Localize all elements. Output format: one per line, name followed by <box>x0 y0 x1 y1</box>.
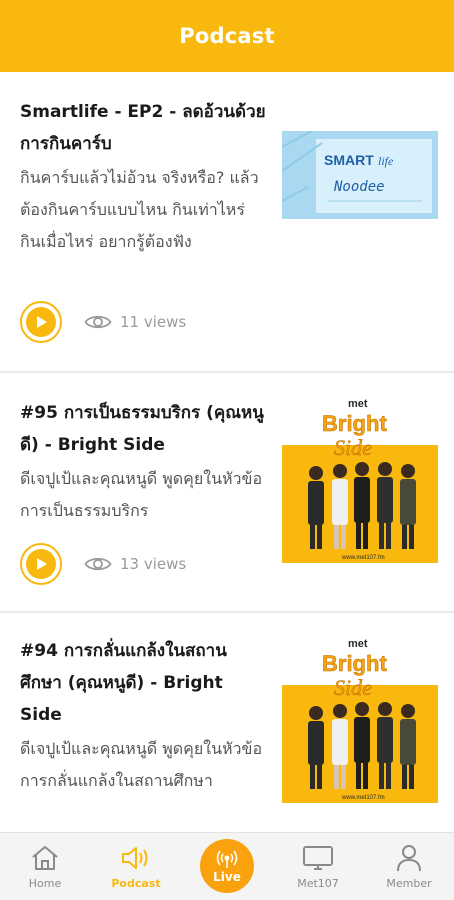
svg-text:SMART: SMART <box>324 152 374 168</box>
play-button[interactable] <box>20 301 62 343</box>
svg-text:Bright: Bright <box>322 411 387 436</box>
podcast-feed[interactable]: Smartlife - EP2 - ลดอ้วนด้วยการกินคาร์บ … <box>0 72 454 832</box>
podcast-card[interactable]: #95 การเป็นธรรมบริกร (คุณหนูดี) - Bright… <box>0 373 454 611</box>
tv-icon <box>302 843 334 873</box>
bright-side-artwork: met Bright Side www.met107.fm <box>282 393 438 563</box>
nav-met107[interactable]: Met107 <box>273 833 363 900</box>
view-count: 13 views <box>84 555 186 573</box>
podcast-card[interactable]: #94 การกลั่นแกล้งในสถานศึกษา (คุณหนูดี) … <box>0 613 454 832</box>
svg-text:Noodee: Noodee <box>333 179 385 195</box>
episode-description: กินคาร์บแล้วไม่อ้วน จริงหรือ? แล้วต้องกิ… <box>20 168 259 251</box>
play-icon <box>26 549 56 579</box>
view-count-text: 13 views <box>120 555 187 573</box>
smartlife-artwork: SMART life Noodee <box>282 131 438 219</box>
speaker-icon <box>120 843 152 873</box>
nav-home-label: Home <box>28 877 62 890</box>
bright-side-artwork: met Bright Side www.met107.fm <box>282 633 438 803</box>
view-count: 11 views <box>84 313 186 331</box>
eye-icon <box>84 315 112 329</box>
bottom-nav: Home Podcast Live Met107 Member <box>0 832 454 900</box>
svg-text:Side: Side <box>334 435 372 460</box>
episode-description: ดีเจปูเป้และคุณหนูดี พูดคุยในหัวข้อ การก… <box>20 739 263 790</box>
episode-actions: 11 views <box>20 301 186 343</box>
episode-title[interactable]: #94 การกลั่นแกล้งในสถานศึกษา (คุณหนูดี) … <box>20 635 268 731</box>
nav-podcast[interactable]: Podcast <box>91 833 181 900</box>
app-header: Podcast <box>0 0 454 72</box>
svg-text:met: met <box>348 398 368 410</box>
user-icon <box>395 843 423 873</box>
page-title: Podcast <box>179 24 275 48</box>
episode-title[interactable]: Smartlife - EP2 - ลดอ้วนด้วยการกินคาร์บ <box>20 96 268 160</box>
podcast-card[interactable]: Smartlife - EP2 - ลดอ้วนด้วยการกินคาร์บ … <box>0 72 454 371</box>
nav-live-button[interactable]: Live <box>200 839 254 893</box>
nav-podcast-label: Podcast <box>111 877 161 890</box>
broadcast-icon <box>216 850 238 868</box>
nav-member[interactable]: Member <box>364 833 454 900</box>
play-icon <box>26 307 56 337</box>
svg-text:Bright: Bright <box>322 651 387 676</box>
svg-text:met: met <box>348 638 368 650</box>
nav-home[interactable]: Home <box>0 833 90 900</box>
svg-text:www.met107.fm: www.met107.fm <box>341 795 385 801</box>
nav-member-label: Member <box>386 877 432 890</box>
episode-title[interactable]: #95 การเป็นธรรมบริกร (คุณหนูดี) - Bright… <box>20 397 268 461</box>
episode-thumbnail[interactable]: SMART life Noodee <box>282 131 438 219</box>
svg-text:life: life <box>378 154 394 168</box>
episode-actions: 13 views <box>20 543 186 585</box>
nav-met107-label: Met107 <box>297 877 339 890</box>
episode-thumbnail[interactable]: met Bright Side www.met107.fm <box>282 633 438 803</box>
play-button[interactable] <box>20 543 62 585</box>
nav-live-label: Live <box>213 869 241 884</box>
view-count-text: 11 views <box>120 313 187 331</box>
svg-text:www.met107.fm: www.met107.fm <box>341 555 385 561</box>
eye-icon <box>84 557 112 571</box>
svg-text:Side: Side <box>334 675 372 700</box>
episode-description: ดีเจปูเป้และคุณหนูดี พูดคุยในหัวข้อ การเ… <box>20 469 263 520</box>
episode-thumbnail[interactable]: met Bright Side www.met107.fm <box>282 393 438 563</box>
home-icon <box>30 843 60 873</box>
